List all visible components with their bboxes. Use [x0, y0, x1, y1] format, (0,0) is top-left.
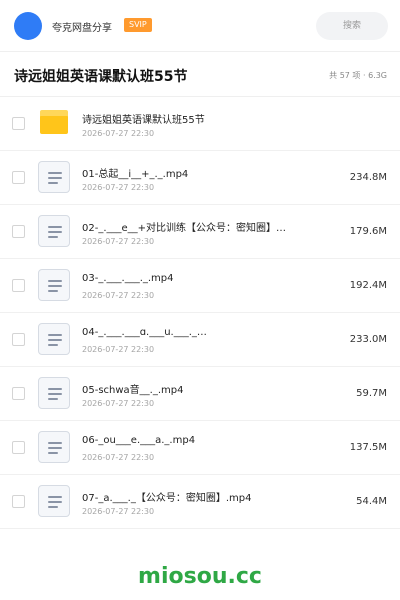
file-size: 234.8M [349, 172, 387, 183]
file-name: 07-_a.___._【公众号：密知圈】.mp4 [82, 493, 252, 504]
file-row[interactable]: 05-schwa音__._.mp4 2026-07-27 22:30 59.7M [0, 367, 400, 421]
username: 夸克网盘分享 [52, 23, 112, 34]
search-input[interactable]: 搜索 [316, 12, 388, 40]
file-name: 02-_.___e__+对比训练【公众号：密知圈】… [82, 223, 287, 234]
file-date: 2026-07-27 22:30 [82, 399, 155, 408]
file-date: 2026-07-27 22:30 [82, 345, 155, 354]
video-file-icon [38, 485, 70, 517]
file-date: 2026-07-27 22:30 [82, 237, 155, 246]
video-file-icon [38, 431, 70, 463]
file-date: 2026-07-27 22:30 [82, 129, 155, 138]
row-checkbox[interactable] [12, 387, 25, 400]
row-checkbox[interactable] [12, 495, 25, 508]
avatar[interactable] [14, 12, 42, 40]
file-size: 192.4M [349, 280, 387, 291]
page-title: 诗远姐姐英语课默认班55节 [14, 69, 188, 85]
folder-icon [38, 107, 70, 139]
header-bar: 夸克网盘分享 SVIP 搜索 [0, 0, 400, 52]
row-checkbox[interactable] [12, 117, 25, 130]
file-size: 179.6M [349, 226, 387, 237]
row-checkbox[interactable] [12, 279, 25, 292]
row-checkbox[interactable] [12, 333, 25, 346]
video-file-icon [38, 323, 70, 355]
file-row[interactable]: 04-_.___.___ɑ.___u.___._… 2026-07-27 22:… [0, 313, 400, 367]
video-file-icon [38, 377, 70, 409]
watermark-text: miosou.cc [138, 564, 262, 589]
file-name: 03-_.___.___._.mp4 [82, 273, 174, 284]
file-date: 2026-07-27 22:30 [82, 183, 155, 192]
file-size: 59.7M [356, 388, 387, 399]
file-row[interactable]: 07-_a.___._【公众号：密知圈】.mp4 2026-07-27 22:3… [0, 475, 400, 529]
file-row[interactable]: 06-_ou___e.___a._.mp4 2026-07-27 22:30 1… [0, 421, 400, 475]
title-bar: 诗远姐姐英语课默认班55节 共 57 项 · 6.3G [0, 53, 400, 97]
file-size: 54.4M [356, 496, 387, 507]
video-file-icon [38, 161, 70, 193]
file-size: 233.0M [349, 334, 387, 345]
file-row[interactable]: 01-总起__i__+_._.mp4 2026-07-27 22:30 234.… [0, 151, 400, 205]
file-size: 137.5M [349, 442, 387, 453]
file-name: 01-总起__i__+_._.mp4 [82, 169, 189, 180]
video-file-icon [38, 215, 70, 247]
video-file-icon [38, 269, 70, 301]
file-name: 05-schwa音__._.mp4 [82, 385, 184, 396]
file-row-folder[interactable]: 诗远姐姐英语课默认班55节 2026-07-27 22:30 [0, 97, 400, 151]
file-date: 2026-07-27 22:30 [82, 507, 155, 516]
file-date: 2026-07-27 22:30 [82, 453, 155, 462]
file-name: 04-_.___.___ɑ.___u.___._… [82, 327, 207, 338]
row-checkbox[interactable] [12, 441, 25, 454]
file-list: 诗远姐姐英语课默认班55节 2026-07-27 22:30 01-总起__i_… [0, 97, 400, 529]
vip-badge: SVIP [124, 18, 152, 32]
file-date: 2026-07-27 22:30 [82, 291, 155, 300]
file-name: 诗远姐姐英语课默认班55节 [82, 115, 205, 126]
file-name: 06-_ou___e.___a._.mp4 [82, 435, 196, 446]
row-checkbox[interactable] [12, 171, 25, 184]
file-row[interactable]: 02-_.___e__+对比训练【公众号：密知圈】… 2026-07-27 22… [0, 205, 400, 259]
file-row[interactable]: 03-_.___.___._.mp4 2026-07-27 22:30 192.… [0, 259, 400, 313]
row-checkbox[interactable] [12, 225, 25, 238]
item-count-size: 共 57 项 · 6.3G [329, 71, 387, 80]
